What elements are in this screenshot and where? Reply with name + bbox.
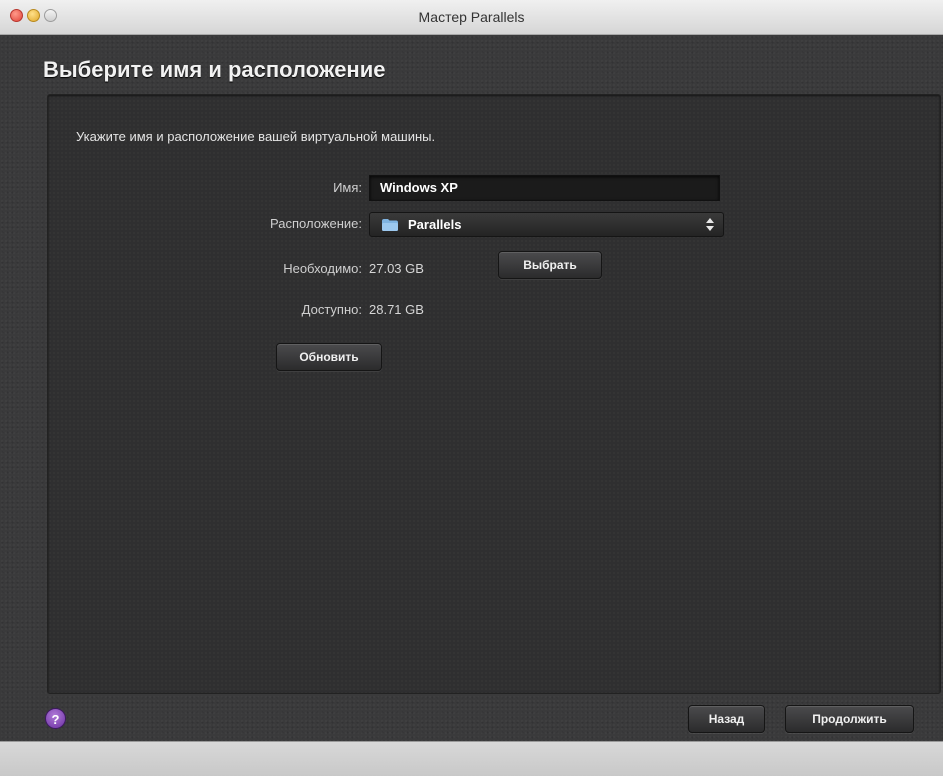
back-button[interactable]: Назад xyxy=(688,705,765,733)
help-icon: ? xyxy=(51,712,60,727)
available-label: Доступно: xyxy=(301,302,362,317)
updown-arrows-icon xyxy=(706,218,714,231)
wizard-content: Выберите имя и расположение Укажите имя … xyxy=(0,35,943,741)
parallels-wizard-window: Мастер Parallels Выберите имя и располож… xyxy=(0,0,943,776)
refresh-button[interactable]: Обновить xyxy=(276,343,382,371)
required-label: Необходимо: xyxy=(283,261,362,276)
available-value: 28.71 GB xyxy=(369,302,424,317)
window-bottom-bar xyxy=(0,741,943,776)
settings-panel: Укажите имя и расположение вашей виртуал… xyxy=(47,94,941,694)
vm-name-field[interactable]: Windows XP xyxy=(369,175,720,201)
continue-button[interactable]: Продолжить xyxy=(785,705,914,733)
window-title: Мастер Parallels xyxy=(418,9,525,25)
name-label: Имя: xyxy=(333,180,362,195)
location-value: Parallels xyxy=(408,217,462,232)
page-title: Выберите имя и расположение xyxy=(43,57,386,82)
location-label: Расположение: xyxy=(270,216,362,231)
folder-icon xyxy=(382,219,398,231)
location-select[interactable]: Parallels xyxy=(369,212,724,237)
vm-name-value: Windows XP xyxy=(380,180,458,195)
intro-text: Укажите имя и расположение вашей виртуал… xyxy=(76,129,436,144)
title-bar[interactable]: Мастер Parallels xyxy=(0,0,943,35)
help-button[interactable]: ? xyxy=(45,708,66,729)
required-value: 27.03 GB xyxy=(369,261,424,276)
choose-button[interactable]: Выбрать xyxy=(498,251,602,279)
